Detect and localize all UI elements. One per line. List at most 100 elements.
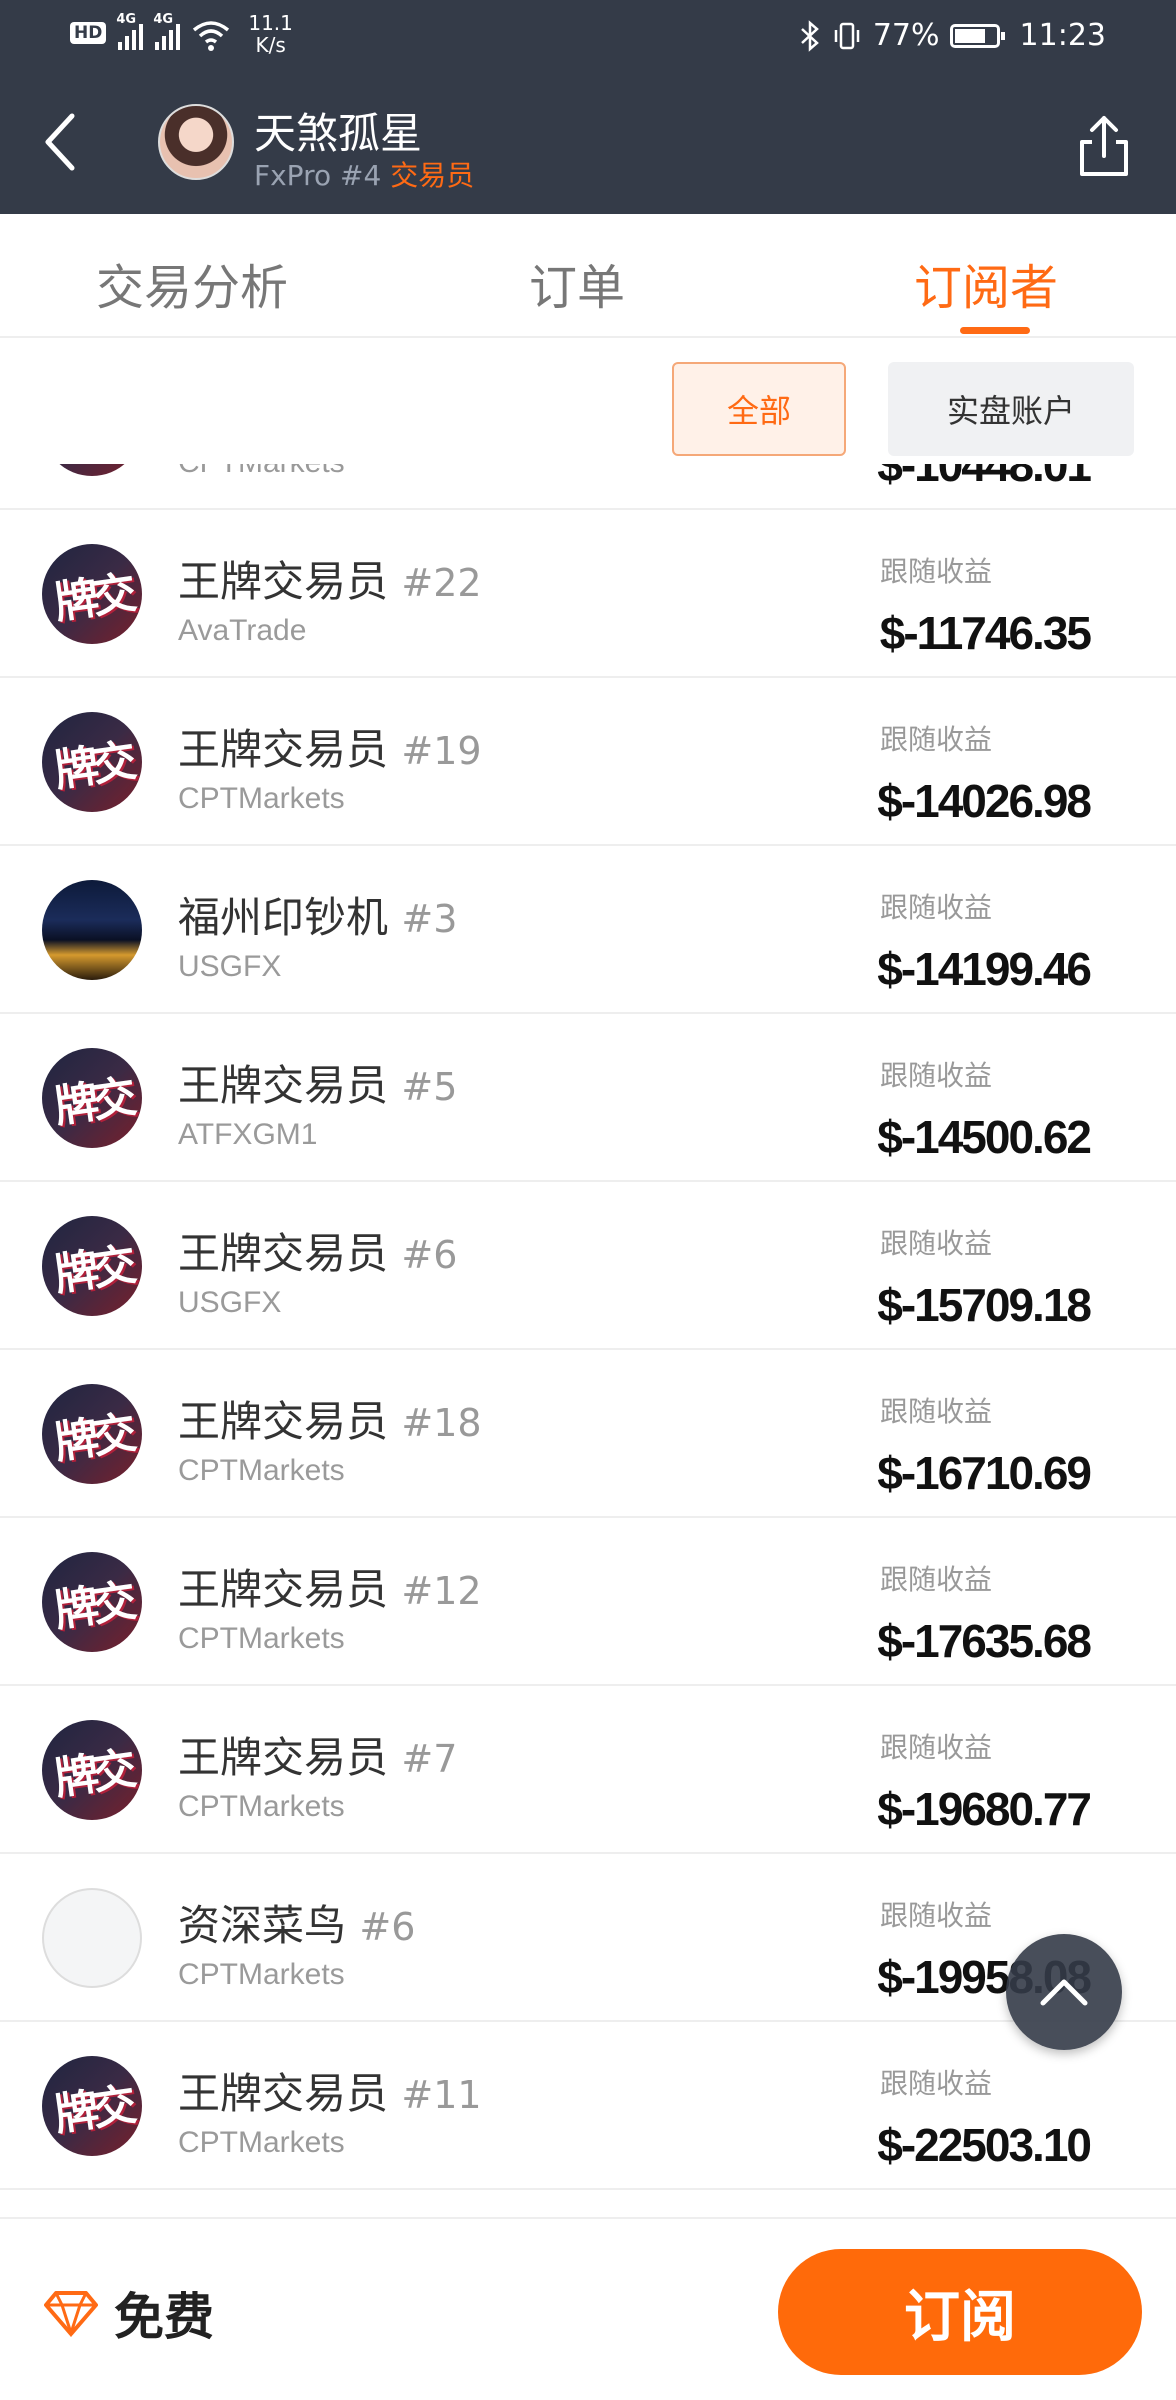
- status-left: HD 4G 4G 11.1 K/s: [70, 12, 293, 56]
- subscriber-row[interactable]: 牌交 王牌交易员 #22 AvaTrade 跟随收益 $-11746.35: [0, 510, 1176, 678]
- subscriber-broker: USGFX: [178, 1286, 282, 1319]
- tab-trade-analysis[interactable]: 交易分析: [0, 214, 417, 336]
- trader-name: 天煞孤星: [254, 109, 423, 158]
- trader-avatar[interactable]: [158, 104, 234, 180]
- subscriber-row[interactable]: 牌交 王牌交易员 #7 CPTMarkets 跟随收益 $-19680.77: [0, 1686, 1176, 1854]
- subscriber-broker: CPTMarkets: [178, 1454, 345, 1487]
- subscriber-avatar: 牌交: [42, 1048, 142, 1148]
- subscriber-row[interactable]: 牌交 CPTMarkets $-10448.01: [0, 464, 1176, 510]
- subscriber-avatar: 牌交: [42, 1216, 142, 1316]
- subscriber-row[interactable]: 资深菜鸟 #6 CPTMarkets 跟随收益 $-19958.08: [0, 1854, 1176, 2022]
- network-speed: 11.1 K/s: [248, 12, 293, 56]
- subscriber-broker: USGFX: [178, 950, 282, 983]
- top-bar: HD 4G 4G 11.1 K/s 77% 11:23 天煞孤星 FxPro #…: [0, 0, 1176, 214]
- subscriber-avatar: 牌交: [42, 1384, 142, 1484]
- profit-label: 跟随收益: [879, 723, 992, 756]
- subscriber-broker: CPTMarkets: [178, 1622, 345, 1655]
- share-button[interactable]: [1072, 112, 1136, 182]
- network-speed-unit: K/s: [255, 33, 286, 57]
- subscriber-name: 资深菜鸟 #6: [178, 1892, 415, 1953]
- profit-value: $-11746.35: [879, 607, 1092, 659]
- subscriber-broker: CPTMarkets: [178, 1958, 345, 1991]
- subscriber-number: #12: [401, 1569, 482, 1613]
- subscriber-name: 王牌交易员 #22: [178, 548, 482, 609]
- subscriber-broker: CPTMarkets: [178, 1790, 345, 1823]
- subscriber-name-text: 王牌交易员: [178, 1733, 389, 1782]
- back-button[interactable]: [30, 102, 90, 182]
- avatar-logo-text: 牌交: [51, 1575, 134, 1637]
- scroll-top-button[interactable]: [1006, 1934, 1122, 2050]
- profit-label: 跟随收益: [879, 1563, 992, 1596]
- tab-orders[interactable]: 订单: [417, 214, 738, 336]
- subscriber-row[interactable]: 福州印钞机 #3 USGFX 跟随收益 $-14199.46: [0, 846, 1176, 1014]
- subscriber-name-text: 王牌交易员: [178, 557, 389, 606]
- diamond-icon: [44, 2291, 98, 2337]
- clock: 11:23: [1019, 18, 1106, 53]
- profit-label: 跟随收益: [879, 1059, 992, 1092]
- avatar-logo-text: 牌交: [51, 735, 134, 797]
- tab-subscribers[interactable]: 订阅者: [737, 214, 1176, 336]
- subscriber-name: 福州印钞机 #3: [178, 884, 457, 945]
- status-bar: HD 4G 4G 11.1 K/s 77% 11:23: [0, 0, 1176, 72]
- hd-badge: HD: [70, 22, 107, 44]
- filter-real-account-button[interactable]: 实盘账户: [888, 362, 1134, 456]
- profit-value: $-14199.46: [877, 943, 1092, 995]
- price-info: 免费: [44, 2277, 214, 2349]
- profit-value: $-22503.10: [877, 2119, 1092, 2171]
- tab-bar: 交易分析 订单 订阅者: [0, 214, 1176, 338]
- network-speed-value: 11.1: [248, 11, 293, 35]
- subscriber-number: #6: [401, 1233, 458, 1277]
- filter-all-button[interactable]: 全部: [672, 362, 846, 456]
- subscriber-row[interactable]: 牌交 王牌交易员 #6 USGFX 跟随收益 $-15709.18: [0, 1182, 1176, 1350]
- subscriber-broker: AvaTrade: [178, 614, 307, 647]
- avatar-logo-text: 牌交: [51, 1407, 134, 1469]
- signal-icon-2: 4G: [153, 12, 181, 50]
- subscriber-number: #7: [401, 1737, 458, 1781]
- price-label: 免费: [114, 2288, 214, 2346]
- subscriber-row[interactable]: 牌交 王牌交易员 #5 ATFXGM1 跟随收益 $-14500.62: [0, 1014, 1176, 1182]
- profit-value: $-16710.69: [877, 1447, 1092, 1499]
- subscriber-number: #3: [401, 897, 458, 941]
- profit-value: $-14500.62: [877, 1111, 1092, 1163]
- subscriber-broker: CPTMarkets: [178, 464, 345, 480]
- subscriber-avatar: [42, 1888, 142, 1988]
- subscriber-row[interactable]: 牌交 王牌交易员 #11 CPTMarkets 跟随收益 $-22503.10: [0, 2022, 1176, 2190]
- profit-label: 跟随收益: [879, 891, 992, 924]
- avatar-logo-text: 牌交: [51, 567, 134, 629]
- subscriber-number: #22: [401, 561, 482, 605]
- bottom-bar: 免费 订阅: [0, 2217, 1176, 2400]
- subscriber-number: #6: [359, 1905, 416, 1949]
- subscriber-name-text: 资深菜鸟: [178, 1901, 347, 1950]
- chevron-up-icon: [1040, 1979, 1088, 2006]
- subscriber-number: #18: [401, 1401, 482, 1445]
- subscriber-avatar: 牌交: [42, 1720, 142, 1820]
- avatar-logo-text: 牌交: [51, 1743, 134, 1805]
- trader-header: 天煞孤星 FxPro #4 交易员: [0, 72, 1176, 214]
- subscribe-button[interactable]: 订阅: [778, 2249, 1142, 2375]
- subscriber-row[interactable]: 牌交 王牌交易员 #12 CPTMarkets 跟随收益 $-17635.68: [0, 1518, 1176, 1686]
- profit-label: 跟随收益: [879, 1899, 992, 1932]
- subscriber-avatar: 牌交: [42, 2056, 142, 2156]
- subscriber-name-text: 王牌交易员: [178, 725, 389, 774]
- subscriber-name: 王牌交易员 #7: [178, 1724, 457, 1785]
- profit-label: 跟随收益: [879, 1395, 992, 1428]
- subscriber-avatar: [42, 880, 142, 980]
- subscriber-name: 王牌交易员 #12: [178, 1556, 482, 1617]
- profit-label: 跟随收益: [879, 555, 992, 588]
- subscriber-list[interactable]: 牌交CPTMarkets$-10448.01牌交王牌交易员 #22AvaTrad…: [0, 464, 1176, 2217]
- subscriber-number: #11: [401, 2073, 482, 2117]
- signal-type-label-2: 4G: [153, 12, 174, 27]
- status-right: 77% 11:23: [799, 18, 1106, 53]
- profit-value: $-19680.77: [877, 1783, 1092, 1835]
- trader-account: FxPro #4: [254, 159, 382, 192]
- vibrate-icon: [834, 22, 860, 49]
- signal-icon: 4G: [116, 12, 144, 50]
- subscriber-avatar: 牌交: [42, 712, 142, 812]
- profit-label: 跟随收益: [879, 1227, 992, 1260]
- profit-label: 跟随收益: [879, 1731, 992, 1764]
- subscriber-name-text: 王牌交易员: [178, 1229, 389, 1278]
- wifi-icon: [193, 21, 230, 51]
- subscriber-row[interactable]: 牌交 王牌交易员 #18 CPTMarkets 跟随收益 $-16710.69: [0, 1350, 1176, 1518]
- subscriber-row[interactable]: 牌交 王牌交易员 #19 CPTMarkets 跟随收益 $-14026.98: [0, 678, 1176, 846]
- signal-type-label: 4G: [116, 12, 137, 27]
